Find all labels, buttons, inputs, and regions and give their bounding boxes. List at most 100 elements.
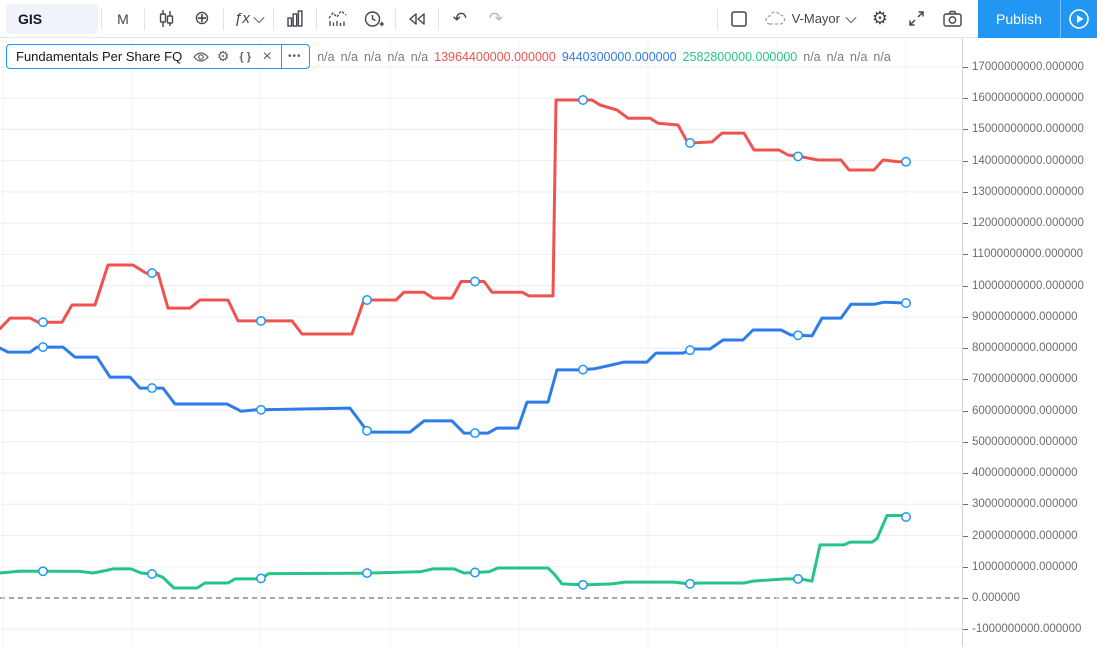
study-value: n/a bbox=[826, 49, 845, 64]
axis-tick bbox=[963, 410, 968, 412]
blue-line-marker[interactable] bbox=[578, 364, 588, 375]
price-axis-label: 6000000000.000000 bbox=[972, 404, 1078, 417]
publish-play-button[interactable] bbox=[1060, 0, 1097, 38]
axis-tick bbox=[963, 316, 968, 318]
axis-tick bbox=[963, 379, 968, 381]
study-values: n/a n/a n/a n/a n/a 13964400000.000000 9440300… bbox=[317, 50, 897, 64]
interval-button[interactable]: M bbox=[106, 4, 140, 34]
study-value: 9440300000.000000 bbox=[561, 49, 677, 64]
undo-button[interactable]: ↶ bbox=[443, 4, 477, 34]
blue-line-marker[interactable] bbox=[470, 428, 480, 439]
red-line-marker[interactable] bbox=[256, 315, 266, 326]
red-line[interactable] bbox=[0, 98, 909, 336]
close-icon[interactable]: × bbox=[256, 46, 278, 67]
price-axis[interactable]: 17000000000.000000 16000000000.000000 1500… bbox=[962, 38, 1097, 647]
red-line-marker[interactable] bbox=[38, 317, 48, 328]
study-value: 2582800000.000000 bbox=[682, 49, 798, 64]
separator bbox=[144, 7, 145, 30]
blue-line-marker[interactable] bbox=[362, 425, 372, 436]
alert-button[interactable] bbox=[357, 4, 391, 34]
layout-select-button[interactable] bbox=[722, 4, 756, 34]
top-toolbar: GIS M ⊕ ƒx ↶ ↷ V-Mayor ⚙ Publish bbox=[0, 0, 1097, 38]
axis-tick bbox=[963, 473, 968, 475]
chart-settings-button[interactable]: ⚙ bbox=[863, 4, 897, 34]
blue-line-marker[interactable] bbox=[38, 342, 48, 353]
study-value: n/a bbox=[317, 49, 335, 64]
red-line-marker[interactable] bbox=[793, 151, 803, 162]
red-line-marker[interactable] bbox=[901, 156, 911, 167]
axis-tick bbox=[963, 441, 968, 443]
chart-type-button[interactable] bbox=[149, 4, 183, 34]
green-line[interactable] bbox=[0, 514, 909, 590]
blue-line-marker[interactable] bbox=[256, 404, 266, 415]
more-options-icon[interactable]: ••• bbox=[281, 44, 307, 69]
price-axis-label: 13000000000.000000 bbox=[972, 185, 1084, 198]
green-line-marker[interactable] bbox=[793, 573, 803, 584]
price-axis-label: 1000000000.000000 bbox=[972, 560, 1078, 573]
undo-icon: ↶ bbox=[452, 8, 467, 28]
fullscreen-button[interactable] bbox=[899, 4, 933, 34]
study-legend-box[interactable]: Fundamentals Per Share FQ ⚙ { } × ••• bbox=[6, 44, 311, 69]
blue-line-marker[interactable] bbox=[685, 345, 695, 356]
axis-tick bbox=[963, 191, 968, 193]
blue-line-marker[interactable] bbox=[147, 383, 157, 394]
redo-button[interactable]: ↷ bbox=[479, 4, 513, 34]
red-line-marker[interactable] bbox=[470, 276, 480, 287]
chart-canvas[interactable] bbox=[0, 38, 1097, 647]
study-value: n/a bbox=[410, 49, 429, 64]
chevron-down-icon bbox=[845, 11, 857, 23]
price-axis-label: 17000000000.000000 bbox=[972, 60, 1084, 73]
candlestick-icon bbox=[159, 9, 174, 27]
price-axis-label: 10000000000.000000 bbox=[972, 279, 1084, 292]
green-line-marker[interactable] bbox=[362, 568, 372, 579]
study-value: n/a bbox=[803, 49, 821, 64]
price-axis-label: 14000000000.000000 bbox=[972, 154, 1084, 167]
green-line-marker[interactable] bbox=[578, 579, 588, 590]
chart-pane: Fundamentals Per Share FQ ⚙ { } × ••• n/… bbox=[0, 38, 1097, 647]
layout-square-icon bbox=[730, 10, 747, 27]
axis-tick bbox=[963, 598, 968, 599]
red-line-marker[interactable] bbox=[578, 95, 588, 105]
publish-button[interactable]: Publish bbox=[978, 0, 1060, 38]
toolbar-left-group: GIS M ⊕ ƒx ↶ ↷ bbox=[0, 0, 514, 37]
green-line-marker[interactable] bbox=[901, 512, 911, 522]
red-line-marker[interactable] bbox=[362, 295, 372, 305]
bar-chart-icon bbox=[287, 9, 303, 27]
red-line-marker[interactable] bbox=[685, 138, 695, 148]
green-line-marker[interactable] bbox=[147, 569, 157, 579]
green-line-marker[interactable] bbox=[38, 566, 48, 577]
green-line-marker[interactable] bbox=[685, 578, 695, 589]
blue-line-marker[interactable] bbox=[901, 298, 911, 308]
redo-icon: ↷ bbox=[488, 8, 503, 28]
separator bbox=[101, 7, 102, 30]
green-line-marker[interactable] bbox=[470, 567, 480, 578]
forecast-button[interactable] bbox=[321, 4, 355, 34]
interval-label: M bbox=[117, 10, 129, 27]
indicator-templates-button[interactable] bbox=[278, 4, 312, 34]
red-line-marker[interactable] bbox=[147, 268, 157, 279]
separator bbox=[394, 7, 396, 30]
indicators-button[interactable]: ƒx bbox=[228, 4, 269, 34]
price-axis-label: 15000000000.000000 bbox=[972, 123, 1084, 136]
blue-line-marker[interactable] bbox=[793, 330, 803, 341]
eye-icon[interactable] bbox=[190, 46, 212, 67]
study-settings-gear-icon[interactable]: ⚙ bbox=[212, 46, 234, 67]
green-line-marker[interactable] bbox=[256, 573, 266, 584]
blue-line[interactable] bbox=[0, 300, 909, 435]
bar-replay-button[interactable] bbox=[400, 4, 434, 34]
axis-tick bbox=[963, 566, 968, 568]
snapshot-button[interactable] bbox=[935, 4, 969, 34]
cloud-save-icon bbox=[764, 10, 785, 25]
toolbar-right-group: V-Mayor ⚙ Publish bbox=[714, 0, 1097, 38]
camera-icon bbox=[942, 10, 962, 27]
axis-tick bbox=[963, 348, 968, 350]
alert-clock-add-icon bbox=[364, 10, 384, 27]
symbol-search-button[interactable]: GIS bbox=[6, 3, 98, 34]
layout-name-label: V-Mayor bbox=[791, 11, 840, 26]
axis-tick bbox=[963, 504, 968, 506]
source-code-icon[interactable]: { } bbox=[234, 46, 256, 67]
study-value: n/a bbox=[363, 49, 382, 64]
compare-button[interactable]: ⊕ bbox=[185, 4, 219, 34]
save-layout-button[interactable]: V-Mayor bbox=[758, 4, 861, 34]
study-legend: Fundamentals Per Share FQ ⚙ { } × ••• n/… bbox=[6, 44, 897, 69]
